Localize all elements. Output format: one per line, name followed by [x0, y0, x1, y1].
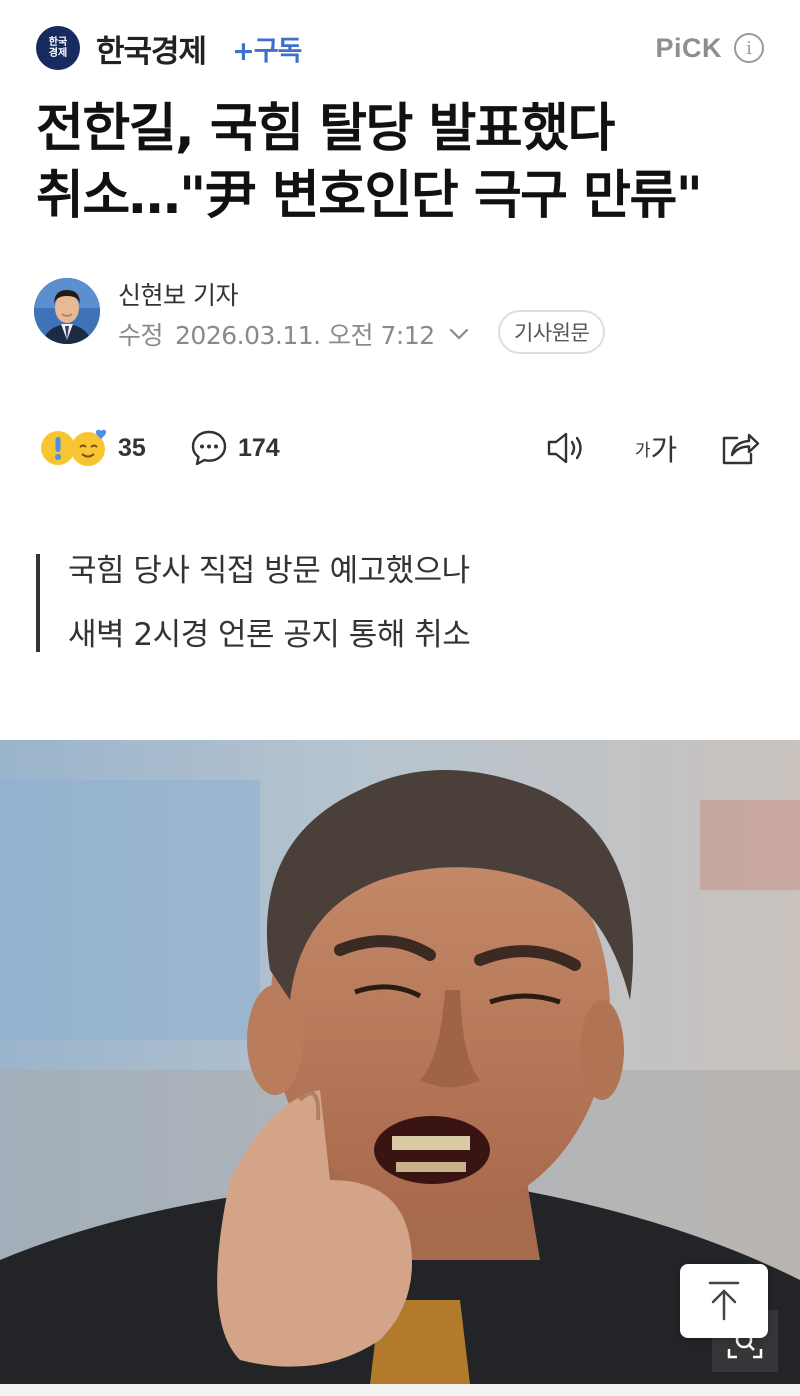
article-title: 전한길, 국힘 탈당 발표했다 취소…"尹 변호인단 극구 만류" — [36, 99, 703, 226]
chevron-down-icon[interactable] — [449, 327, 469, 341]
scroll-to-top-button[interactable] — [680, 1264, 768, 1338]
article-summary: 국힘 당사 직접 방문 예고했으나 새벽 2시경 언론 공지 통해 취소 — [36, 554, 764, 652]
logo-text-line2: 경제 — [48, 48, 68, 59]
press-name[interactable]: 한국경제 — [96, 26, 207, 71]
font-size-small-label: 가 — [634, 440, 651, 461]
info-icon[interactable]: i — [734, 33, 764, 63]
heart-emoji-icon — [71, 429, 107, 466]
subscribe-button[interactable]: +구독 — [232, 29, 302, 68]
date-line: 수정 2026.03.11. 오전 7:12 — [118, 316, 469, 352]
reactions-count: 35 — [118, 433, 146, 462]
byline: 신현보 기자 수정 2026.03.11. 오전 7:12 기사원문 — [34, 276, 764, 356]
share-icon — [722, 433, 760, 465]
arrow-up-icon — [708, 1281, 740, 1321]
original-article-button[interactable]: 기사원문 — [498, 310, 606, 354]
font-size-button[interactable]: 가 가 — [626, 424, 686, 472]
bottom-strip — [0, 1384, 800, 1396]
article-page: 한국 경제 한국경제 +구독 PiCK i 전한길, 국힘 탈당 발표했다 취소… — [0, 0, 800, 1396]
reporter-avatar[interactable] — [34, 278, 100, 344]
share-button[interactable] — [716, 424, 764, 472]
avatar-image — [34, 278, 100, 344]
date-value: 2026.03.11. 오전 7:12 — [175, 321, 435, 350]
speaker-icon — [547, 432, 582, 464]
comments-button[interactable]: 174 — [190, 424, 280, 472]
comment-icon — [191, 430, 227, 466]
reactions-button[interactable]: 35 — [40, 424, 146, 472]
article-toolbar: 35 174 가 가 — [40, 424, 764, 472]
pick-badge: PiCK — [655, 32, 722, 63]
reporter-name[interactable]: 신현보 기자 — [118, 276, 238, 312]
summary-line: 국힘 당사 직접 방문 예고했으나 — [68, 553, 470, 589]
summary-line: 새벽 2시경 언론 공지 통해 취소 — [68, 617, 471, 653]
comments-count: 174 — [238, 433, 280, 462]
font-size-big-label: 가 — [650, 433, 678, 467]
press-header: 한국 경제 한국경제 +구독 PiCK i — [36, 24, 764, 72]
press-logo[interactable]: 한국 경제 — [36, 26, 80, 70]
speaker-button[interactable] — [540, 424, 594, 472]
date-prefix: 수정 — [118, 321, 164, 350]
logo-text-line1: 한국 — [48, 37, 68, 48]
